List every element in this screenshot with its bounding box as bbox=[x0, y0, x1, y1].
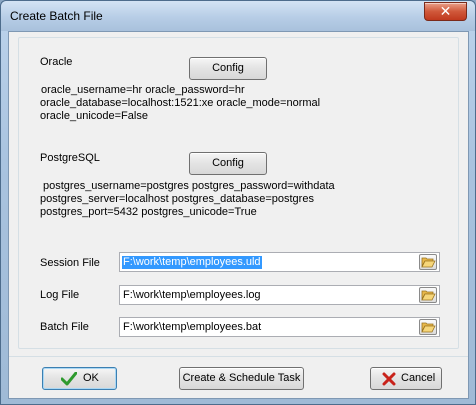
postgresql-config-line-1: postgres_username=postgres postgres_pass… bbox=[43, 180, 335, 192]
title-bar[interactable]: Create Batch File ✕ bbox=[1, 1, 475, 31]
button-separator bbox=[9, 356, 468, 357]
cancel-button[interactable]: Cancel bbox=[370, 367, 442, 390]
batch-file-value: F:\work\temp\employees.bat bbox=[123, 321, 262, 333]
log-file-field[interactable]: F:\work\temp\employees.log bbox=[119, 285, 440, 305]
oracle-config-button[interactable]: Config bbox=[189, 57, 267, 80]
log-file-browse-button[interactable] bbox=[419, 287, 437, 303]
create-schedule-task-button[interactable]: Create & Schedule Task bbox=[179, 367, 304, 390]
session-file-value: F:\work\temp\employees.uld bbox=[122, 256, 262, 269]
oracle-heading: Oracle bbox=[40, 56, 73, 68]
oracle-config-line-1: oracle_username=hr oracle_password=hr bbox=[41, 84, 245, 96]
close-button[interactable]: ✕ bbox=[424, 2, 467, 21]
postgresql-config-line-3: postgres_port=5432 postgres_unicode=True bbox=[40, 206, 257, 218]
cancel-button-label: Cancel bbox=[401, 372, 436, 384]
batch-file-browse-button[interactable] bbox=[419, 319, 437, 335]
oracle-config-line-3: oracle_unicode=False bbox=[40, 110, 148, 122]
ok-button[interactable]: OK bbox=[42, 367, 117, 390]
folder-open-icon bbox=[421, 322, 436, 333]
postgresql-heading: PostgreSQL bbox=[40, 152, 100, 164]
window-title: Create Batch File bbox=[10, 9, 103, 23]
postgresql-config-line-2: postgres_server=localhost postgres_datab… bbox=[40, 193, 314, 205]
checkmark-icon bbox=[61, 372, 77, 386]
session-file-browse-button[interactable] bbox=[419, 254, 437, 270]
ok-button-label: OK bbox=[83, 372, 99, 384]
log-file-label: Log File bbox=[40, 289, 80, 301]
batch-file-field[interactable]: F:\work\temp\employees.bat bbox=[119, 317, 440, 337]
folder-open-icon bbox=[421, 257, 436, 268]
postgresql-config-button[interactable]: Config bbox=[189, 152, 267, 175]
session-file-label: Session File bbox=[40, 257, 100, 269]
cancel-x-icon bbox=[382, 372, 396, 386]
oracle-config-line-2: oracle_database=localhost:1521:xe oracle… bbox=[40, 97, 321, 109]
log-file-value: F:\work\temp\employees.log bbox=[123, 289, 261, 301]
folder-open-icon bbox=[421, 290, 436, 301]
create-batch-file-dialog: Create Batch File ✕ Oracle Config oracle… bbox=[0, 0, 476, 405]
session-file-field[interactable]: F:\work\temp\employees.uld bbox=[119, 252, 440, 272]
dialog-body: Oracle Config oracle_username=hr oracle_… bbox=[8, 31, 469, 399]
batch-file-label: Batch File bbox=[40, 321, 89, 333]
